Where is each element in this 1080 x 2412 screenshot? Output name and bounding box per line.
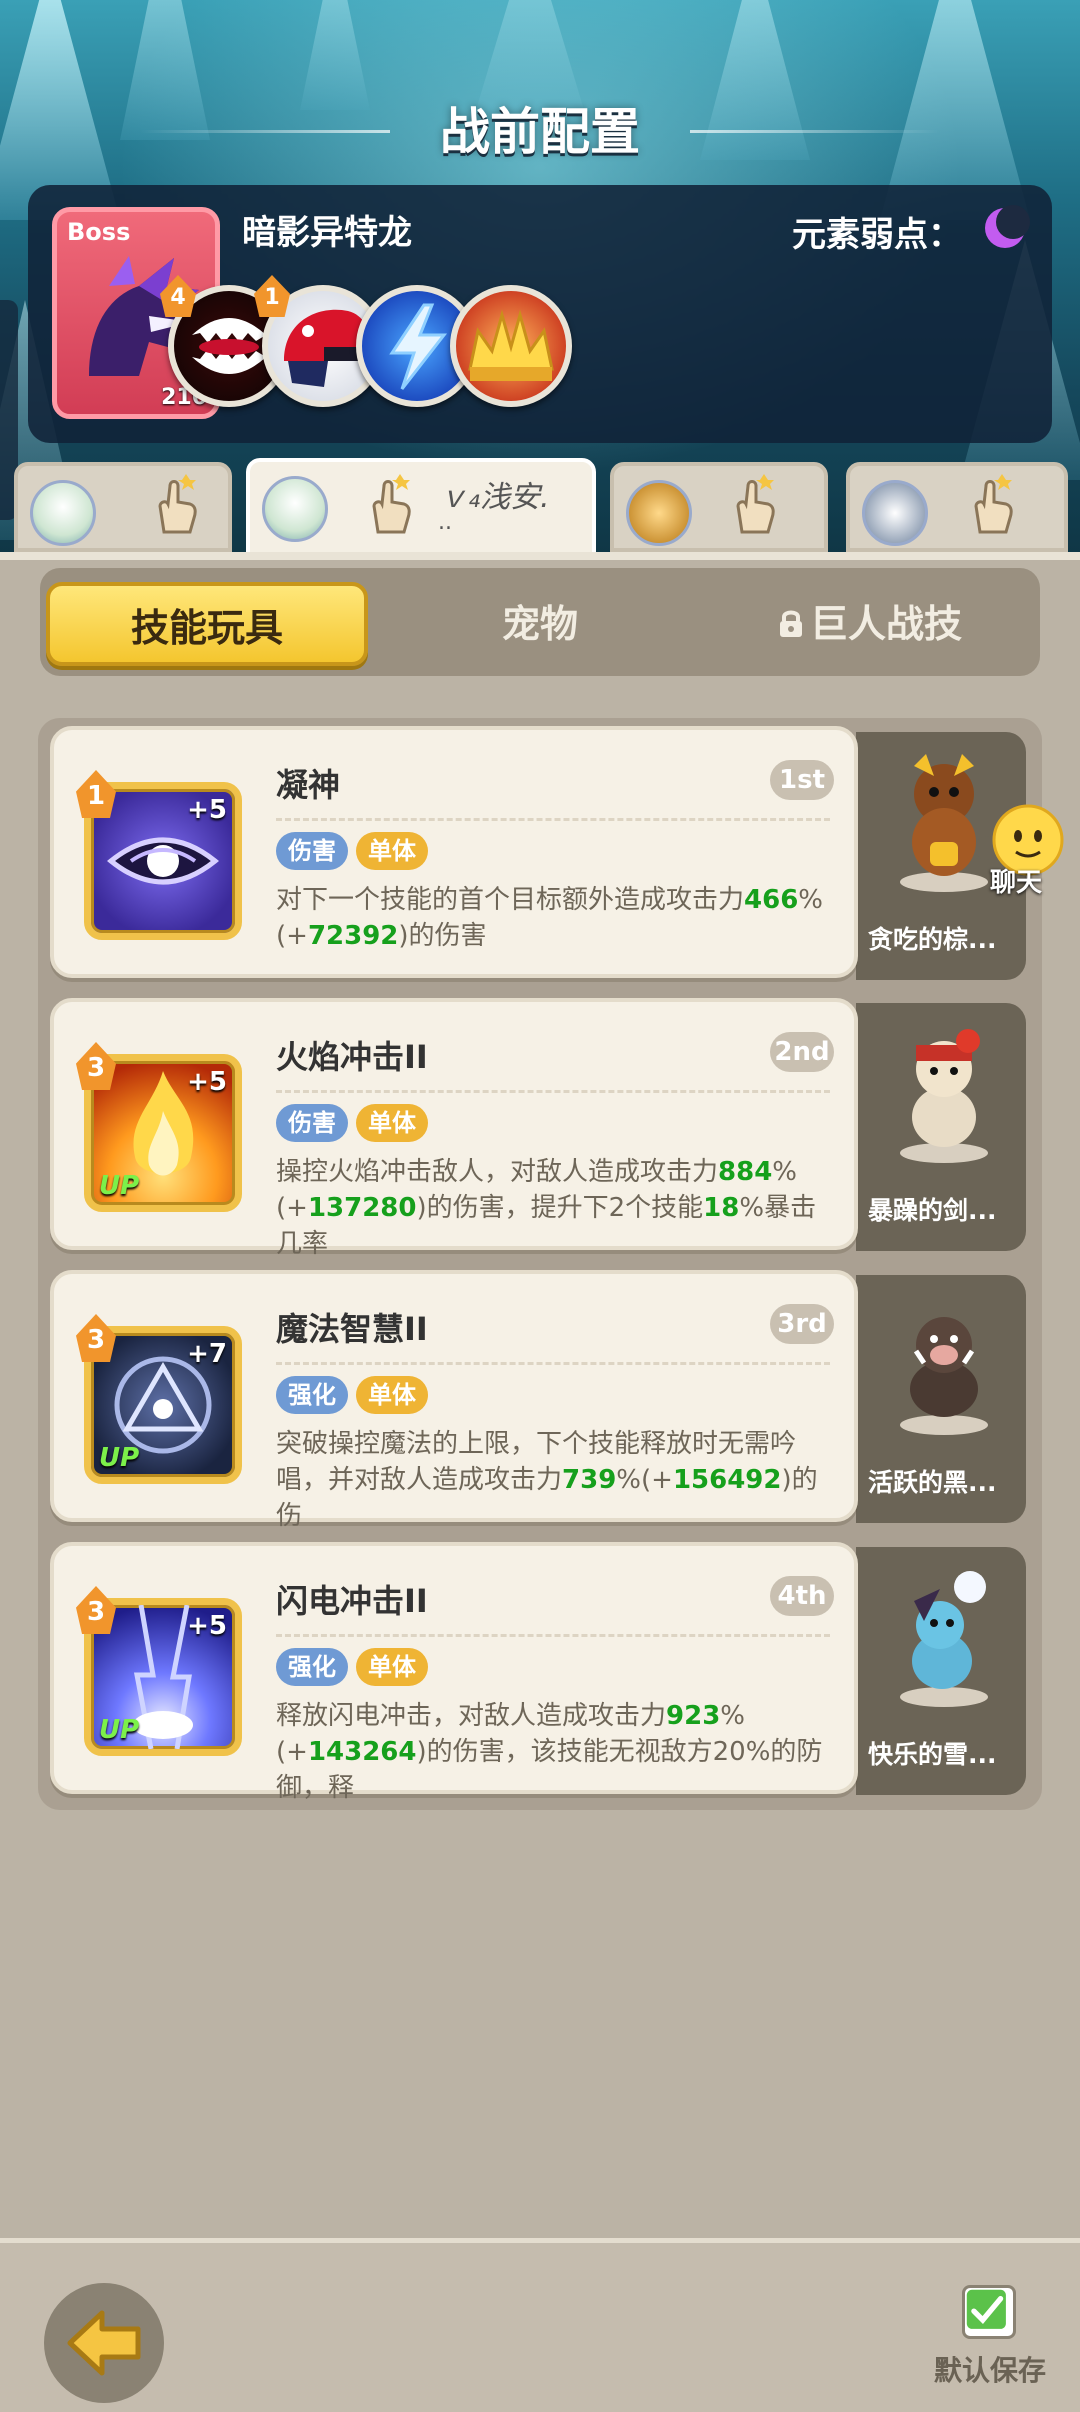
skill-tag: 强化	[276, 1648, 348, 1686]
divider	[276, 1362, 830, 1365]
pet-slot-4[interactable]: 快乐的雪...	[856, 1547, 1026, 1795]
skill-level-badge: 3	[76, 1314, 116, 1362]
skill-rank: 2nd	[770, 1032, 834, 1072]
checkmark-icon	[966, 2289, 1006, 2329]
skill-title: 凝神	[276, 766, 341, 804]
skill-card-1[interactable]: 1 +5 凝神 1st 伤害 单体 对下一个技能的首个目标额外造成攻击力466%…	[50, 726, 858, 978]
lock-icon	[779, 610, 802, 637]
tab-pets[interactable]: 宠物	[380, 582, 700, 666]
skill-description: 突破操控魔法的上限，下个技能释放时无需吟唱，并对敌人造成攻击力739%(+156…	[276, 1429, 818, 1531]
pet-name: 贪吃的棕...	[868, 925, 997, 954]
player-avatar	[626, 480, 692, 546]
player-tab-4[interactable]	[846, 462, 1068, 552]
skill-tag: 单体	[356, 1104, 428, 1142]
pet-warrior-icon	[900, 1029, 988, 1163]
skill-tag: 伤害	[276, 832, 348, 870]
pet-boar-icon	[900, 1317, 988, 1435]
skill-rank: 1st	[770, 760, 834, 800]
skill-card-4[interactable]: 3 +5 UP 闪电冲击II 4th 强化 单体 释放闪电冲击，对敌人造成攻击力…	[50, 1542, 858, 1803]
divider	[276, 1090, 830, 1093]
boss-name: 暗影异特龙	[242, 213, 412, 253]
skill-rank: 3rd	[770, 1304, 834, 1344]
default-save-checkbox[interactable]	[962, 2285, 1016, 2339]
tab-skill-toys[interactable]: 技能玩具	[46, 582, 368, 666]
skill-plus: +5	[187, 1611, 227, 1641]
skill-up-badge: UP	[99, 1443, 140, 1473]
skill-tag: 伤害	[276, 1104, 348, 1142]
player-avatar	[30, 480, 96, 546]
player-name-overflow: ..	[438, 510, 452, 535]
skill-up-badge: UP	[99, 1171, 140, 1201]
skill-tag: 单体	[356, 1648, 428, 1686]
player-name: ｖ₄浅安.	[438, 480, 550, 515]
page-title: 战前配置	[440, 103, 640, 161]
back-arrow-icon	[67, 2310, 141, 2376]
skill-title: 魔法智慧II	[276, 1310, 428, 1348]
skill-card-2[interactable]: 3 +5 UP 火焰冲击II 2nd 伤害 单体 操控火焰冲击敌人，对敌人造成攻…	[50, 998, 858, 1259]
skill-description: 操控火焰冲击敌人，对敌人造成攻击力884%(+137280)的伤害，提升下2个技…	[276, 1157, 817, 1259]
player-avatar	[262, 476, 328, 542]
skill-tag: 单体	[356, 832, 428, 870]
skill-plus: +7	[187, 1339, 227, 1369]
divider	[276, 1634, 830, 1637]
pointing-hand-icon	[372, 474, 411, 534]
skill-tag: 单体	[356, 1376, 428, 1414]
skill-card-3[interactable]: 3 +7 UP 魔法智慧II 3rd 强化 单体 突破操控魔法的上限，下个技能释…	[50, 1270, 858, 1531]
default-save-label[interactable]: 默认保存	[934, 2349, 1046, 2389]
golden-crown-icon[interactable]	[450, 285, 572, 407]
bottom-bar: 默认保存	[0, 2238, 1080, 2412]
chat-label[interactable]: 聊天	[990, 862, 1042, 899]
skill-level-badge: 3	[76, 1586, 116, 1634]
skill-level-badge: 1	[76, 770, 116, 818]
skill-tag: 强化	[276, 1376, 348, 1414]
tab-giant-skills-label: 巨人战技	[809, 602, 962, 646]
boss-tag: Boss	[67, 218, 131, 246]
pointing-hand-icon	[974, 474, 1013, 534]
pet-name: 暴躁的剑...	[868, 1196, 997, 1225]
skill-description: 对下一个技能的首个目标额外造成攻击力466%(+72392)的伤害	[276, 885, 824, 951]
divider	[276, 818, 830, 821]
skill-title: 火焰冲击II	[276, 1038, 428, 1076]
tab-giant-skills[interactable]: 巨人战技	[710, 582, 1030, 666]
player-tab-3[interactable]	[610, 462, 828, 552]
element-weakness-label: 元素弱点：	[792, 215, 962, 255]
player-tab-2[interactable]: ｖ₄浅安. ..	[246, 458, 596, 556]
pet-name: 快乐的雪...	[868, 1740, 997, 1769]
skill-plus: +5	[187, 795, 227, 825]
skill-title: 闪电冲击II	[276, 1582, 428, 1620]
back-button[interactable]	[44, 2283, 164, 2403]
boss-skill-level-badge: 1	[254, 275, 290, 317]
skill-level-badge: 3	[76, 1042, 116, 1090]
player-avatar	[862, 480, 928, 546]
skill-up-badge: UP	[99, 1715, 140, 1745]
loadout-tabs: 技能玩具 宠物 巨人战技	[40, 568, 1040, 676]
pointing-hand-icon	[736, 474, 775, 534]
skill-description: 释放闪电冲击，对敌人造成攻击力923%(+143264)的伤害，该技能无视敌方2…	[276, 1701, 823, 1803]
pet-snow-icon	[900, 1571, 988, 1707]
pet-slot-3[interactable]: 活跃的黑...	[856, 1275, 1026, 1523]
skill-plus: +5	[187, 1067, 227, 1097]
moon-icon	[985, 205, 1030, 248]
pet-slot-2[interactable]: 暴躁的剑...	[856, 1003, 1026, 1251]
skill-rank: 4th	[770, 1576, 834, 1616]
boss-info-panel: Boss 216 暗影异特龙 元素弱点： 4 1	[28, 185, 1052, 443]
pet-name: 活跃的黑...	[868, 1468, 997, 1497]
player-tab-1[interactable]	[14, 462, 232, 552]
pointing-hand-icon	[158, 474, 197, 534]
